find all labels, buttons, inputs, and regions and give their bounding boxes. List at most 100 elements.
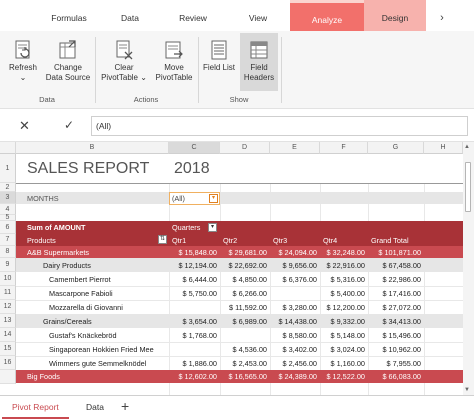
change-data-source-label-1: Change — [53, 63, 83, 72]
tab-view[interactable]: View — [238, 0, 278, 31]
report-title[interactable]: SALES REPORT — [24, 154, 174, 183]
table-row[interactable]: Gustaf's Knäckebröd $ 1,768.00 $ 8,580.0… — [16, 328, 463, 342]
cell-qtr3: $ 3,402.00 — [282, 344, 318, 354]
scroll-up-icon[interactable]: ▲ — [464, 144, 470, 150]
report-year[interactable]: 2018 — [171, 154, 231, 183]
cell-grand-total: $ 66,083.00 — [382, 372, 421, 381]
clear-pivottable-button[interactable]: Clear PivotTable ⌄ — [100, 33, 148, 91]
group-divider — [281, 37, 282, 103]
cell-qtr1: $ 12,194.00 — [178, 260, 217, 270]
row-header-8[interactable]: 8 — [0, 246, 16, 258]
table-row[interactable]: Big Foods $ 12,602.00 $ 16,565.00 $ 24,3… — [16, 370, 463, 383]
row-header-9[interactable]: 9 — [0, 258, 16, 272]
ribbon-panel: Refresh ⌄ Change Data Source Data Clear … — [0, 31, 474, 109]
formula-input[interactable]: (All) — [91, 116, 468, 136]
tab-scroll-right-icon[interactable]: › — [432, 0, 452, 31]
refresh-button[interactable]: Refresh ⌄ — [3, 33, 43, 91]
tab-formulas[interactable]: Formulas — [50, 0, 88, 31]
cell-qtr3 — [270, 286, 320, 300]
table-row[interactable]: A&B Supermarkets $ 15,848.00 $ 29,681.00… — [16, 246, 463, 258]
group-label-show: Show — [229, 95, 249, 104]
field-list-button[interactable]: Field List — [200, 33, 238, 91]
cell-grand-total: $ 101,871.00 — [378, 247, 421, 257]
tab-design[interactable]: Design — [364, 0, 426, 31]
cell-qtr2: $ 4,850.00 — [232, 274, 268, 284]
table-row[interactable]: Camembert Pierrot $ 6,444.00 $ 4,850.00 … — [16, 272, 463, 286]
table-row[interactable]: Singaporean Hokkien Fried Mee $ 4,536.00… — [16, 342, 463, 356]
cell-qtr2: $ 4,536.00 — [232, 344, 268, 354]
row-header-17[interactable] — [0, 370, 16, 384]
cancel-edit-icon[interactable]: ✕ — [19, 118, 30, 134]
table-row[interactable]: Mozzarella di Giovanni $ 11,592.00 $ 3,2… — [16, 300, 463, 314]
tab-analyze[interactable]: Analyze — [290, 0, 364, 31]
cell-grand-total: $ 7,955.00 — [386, 358, 422, 368]
clear-pivottable-icon — [116, 40, 133, 60]
move-pivottable-button[interactable]: Move PivotTable — [152, 33, 196, 91]
row-header-15[interactable]: 15 — [0, 342, 16, 356]
row-header-2[interactable]: 2 — [0, 183, 16, 192]
months-filter-select[interactable]: (All) ▾ — [169, 192, 220, 205]
group-label-data: Data — [39, 95, 55, 104]
column-header-c[interactable]: C — [169, 142, 220, 154]
quarters-filter-icon[interactable]: ▾ — [208, 223, 217, 232]
cell-qtr1: $ 3,654.00 — [182, 316, 218, 326]
row-header-6[interactable]: 6 — [0, 221, 16, 234]
tab-data[interactable]: Data — [110, 0, 150, 31]
spreadsheet-grid[interactable]: B C D E F G H 1 2 3 4 5 6 7 8 9 10 11 12… — [0, 142, 474, 395]
table-row[interactable]: Wimmers gute Semmelknödel $ 1,886.00 $ 2… — [16, 356, 463, 370]
column-header-b[interactable]: B — [16, 142, 169, 154]
change-data-source-button[interactable]: Change Data Source — [44, 33, 92, 91]
row-header-11[interactable]: 11 — [0, 286, 16, 300]
sort-filter-icon[interactable]: ⇅ — [158, 235, 167, 244]
sheet-tab-pivot-report[interactable]: Pivot Report — [2, 396, 69, 419]
scroll-down-icon[interactable]: ▼ — [464, 387, 470, 393]
cell-qtr1: $ 1,768.00 — [182, 330, 218, 340]
group-divider — [95, 37, 96, 103]
scrollbar-thumb[interactable] — [465, 162, 471, 212]
row-header-1[interactable]: 1 — [0, 154, 16, 183]
cell-grand-total: $ 27,072.00 — [382, 302, 421, 312]
column-header-d[interactable]: D — [220, 142, 270, 154]
group-divider — [198, 37, 199, 103]
field-list-label: Field List — [202, 63, 235, 72]
row-header-16[interactable]: 16 — [0, 356, 16, 370]
qtr4-header: Qtr4 — [323, 235, 338, 245]
tab-review[interactable]: Review — [172, 0, 214, 31]
field-headers-button[interactable]: Field Headers — [240, 33, 278, 91]
cell-qtr1: $ 1,886.00 — [182, 358, 218, 368]
sheet-tab-data[interactable]: Data — [76, 396, 114, 419]
field-headers-label-2: Headers — [243, 73, 275, 82]
row-header-13[interactable]: 13 — [0, 314, 16, 328]
table-row[interactable]: Mascarpone Fabioli $ 5,750.00 $ 6,266.00… — [16, 286, 463, 300]
row-header-10[interactable]: 10 — [0, 272, 16, 286]
row-header-14[interactable]: 14 — [0, 328, 16, 342]
row-label: Camembert Pierrot — [49, 274, 111, 284]
row-label: Dairy Products — [43, 260, 91, 270]
cell-qtr4: $ 5,400.00 — [330, 288, 366, 298]
add-sheet-button[interactable]: + — [121, 398, 129, 414]
table-row[interactable]: Dairy Products $ 12,194.00 $ 22,692.00 $… — [16, 258, 463, 272]
row-label: Big Foods — [27, 372, 60, 381]
row-label: Wimmers gute Semmelknödel — [49, 358, 147, 368]
column-header-h[interactable]: H — [424, 142, 463, 154]
vertical-scrollbar[interactable]: ▲ ▼ — [463, 142, 474, 395]
row-header-7[interactable]: 7 — [0, 234, 16, 246]
months-label: MONTHS — [27, 193, 59, 203]
qtr2-header: Qtr2 — [223, 235, 238, 245]
cell-qtr4: $ 12,200.00 — [326, 302, 365, 312]
column-header-g[interactable]: G — [368, 142, 424, 154]
cell-grand-total: $ 67,458.00 — [382, 260, 421, 270]
cell-qtr4: $ 12,522.00 — [326, 372, 365, 381]
row-header-12[interactable]: 12 — [0, 300, 16, 314]
cell-qtr4: $ 5,316.00 — [330, 274, 366, 284]
ribbon-tab-bar: Formulas Data Review View Analyze Design… — [0, 0, 474, 31]
confirm-edit-icon[interactable]: ✓ — [64, 118, 74, 132]
column-header-e[interactable]: E — [270, 142, 320, 154]
row-header-3[interactable]: 3 — [0, 192, 16, 204]
column-header-f[interactable]: F — [320, 142, 368, 154]
select-all-corner[interactable] — [0, 142, 16, 154]
qtr1-header: Qtr1 — [172, 235, 187, 245]
chevron-down-icon[interactable]: ▾ — [209, 194, 218, 203]
table-row[interactable]: Grains/Cereals $ 3,654.00 $ 6,989.00 $ 1… — [16, 314, 463, 328]
qtr3-header: Qtr3 — [273, 235, 288, 245]
